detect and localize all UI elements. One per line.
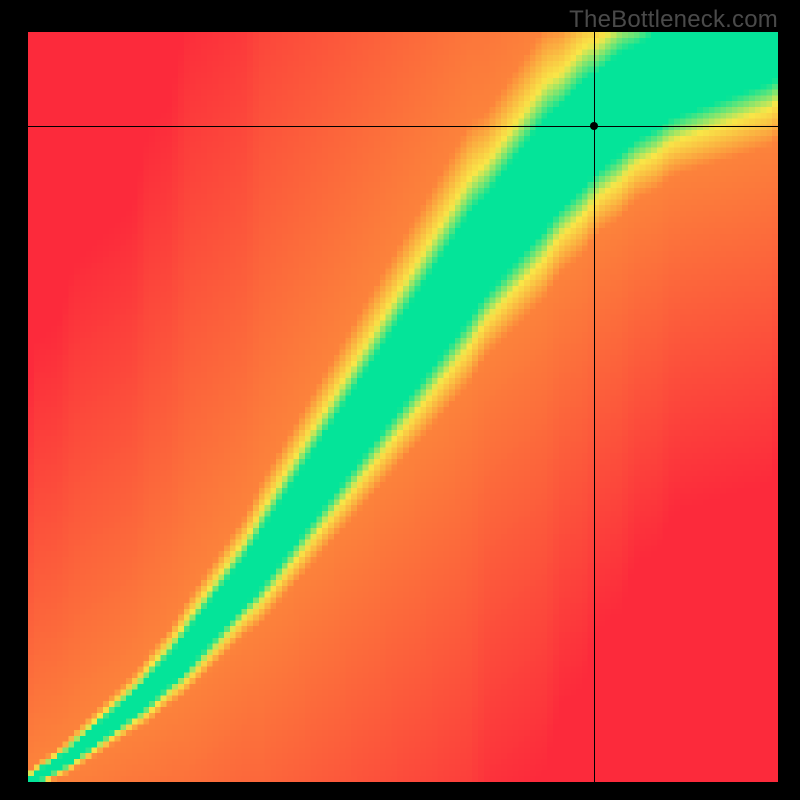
bottleneck-heatmap [28, 32, 778, 782]
marker-point [590, 122, 598, 130]
watermark-text: TheBottleneck.com [569, 6, 778, 34]
chart-frame: TheBottleneck.com [0, 0, 800, 800]
crosshair-horizontal [28, 126, 778, 127]
crosshair-vertical [594, 32, 595, 782]
